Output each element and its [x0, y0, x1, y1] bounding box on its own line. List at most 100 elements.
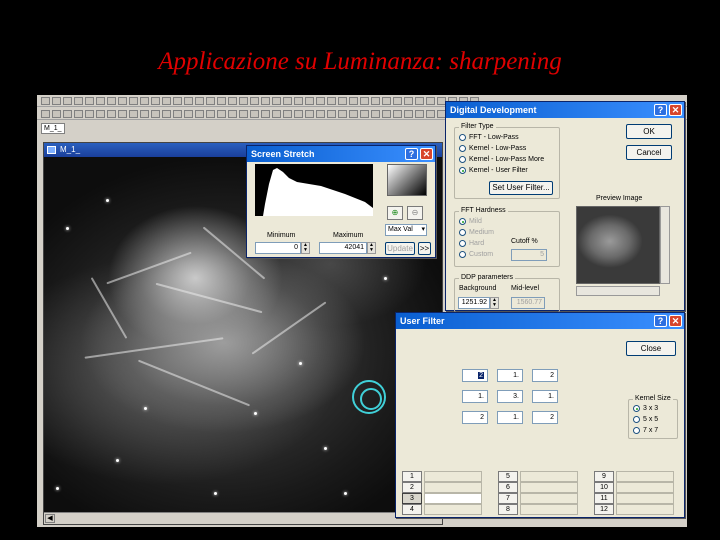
toolbar-button[interactable] — [184, 96, 193, 105]
toolbar-button[interactable] — [217, 109, 226, 118]
maximum-field[interactable]: 42041 — [319, 242, 367, 254]
toolbar-button[interactable] — [404, 109, 413, 118]
toolbar-button[interactable] — [294, 109, 303, 118]
toolbar-button[interactable] — [283, 109, 292, 118]
help-icon[interactable]: ? — [654, 315, 667, 327]
update-button[interactable]: Update — [385, 242, 415, 255]
document-tab[interactable]: M_1_ — [41, 123, 65, 134]
toolbar-button[interactable] — [195, 109, 204, 118]
toolbar-button[interactable] — [349, 96, 358, 105]
toolbar-button[interactable] — [250, 96, 259, 105]
toolbar-button[interactable] — [107, 109, 116, 118]
toolbar-button[interactable] — [393, 109, 402, 118]
toolbar-button[interactable] — [305, 96, 314, 105]
toolbar-button[interactable] — [151, 109, 160, 118]
stretch-mode-select[interactable]: Max Val ▾ — [385, 224, 427, 236]
toolbar-button[interactable] — [129, 96, 138, 105]
channel-button[interactable]: 2 — [402, 482, 422, 493]
toolbar-button[interactable] — [426, 96, 435, 105]
toolbar-button[interactable] — [327, 109, 336, 118]
toolbar-button[interactable] — [338, 96, 347, 105]
channel-button[interactable]: 9 — [594, 471, 614, 482]
kernel-cell[interactable]: 2 — [532, 369, 558, 382]
preview-horizontal-scrollbar[interactable] — [576, 286, 660, 296]
toolbar-button[interactable] — [41, 96, 50, 105]
toolbar-button[interactable] — [327, 96, 336, 105]
toolbar-button[interactable] — [349, 109, 358, 118]
toolbar-button[interactable] — [151, 96, 160, 105]
toolbar-button[interactable] — [360, 96, 369, 105]
toolbar-button[interactable] — [382, 96, 391, 105]
toolbar-button[interactable] — [415, 96, 424, 105]
channel-field-active[interactable] — [424, 493, 482, 504]
toolbar-button[interactable] — [74, 96, 83, 105]
toolbar-button[interactable] — [63, 96, 72, 105]
channel-field[interactable] — [616, 504, 674, 515]
minimum-field[interactable]: 0 — [255, 242, 301, 254]
channel-button[interactable]: 12 — [594, 504, 614, 515]
channel-field[interactable] — [520, 471, 578, 482]
toolbar-button[interactable] — [52, 109, 61, 118]
set-user-filter-button[interactable]: Set User Filter... — [489, 181, 553, 195]
channel-field[interactable] — [424, 504, 482, 515]
midlevel-field[interactable]: 1560.77 — [511, 297, 545, 309]
toolbar-button[interactable] — [371, 109, 380, 118]
toolbar-button[interactable] — [52, 96, 61, 105]
kernel-cell[interactable]: 1. — [497, 369, 523, 382]
channel-field[interactable] — [616, 482, 674, 493]
filter-option-kernel-low-pass[interactable]: Kernel - Low-Pass — [459, 145, 526, 152]
hardness-option-custom[interactable]: Custom — [459, 251, 493, 258]
scroll-left-icon[interactable]: ◀ — [45, 514, 55, 523]
channel-field[interactable] — [520, 482, 578, 493]
filter-option-fft-low-pass[interactable]: FFT - Low-Pass — [459, 134, 519, 141]
toolbar-button[interactable] — [305, 109, 314, 118]
toolbar-button[interactable] — [404, 96, 413, 105]
hardness-option-hard[interactable]: Hard — [459, 240, 484, 247]
channel-button[interactable]: 4 — [402, 504, 422, 515]
channel-button[interactable]: 5 — [498, 471, 518, 482]
toolbar-button[interactable] — [74, 109, 83, 118]
toolbar-button[interactable] — [173, 109, 182, 118]
channel-field[interactable] — [616, 471, 674, 482]
kernel-cell[interactable]: 2 — [462, 411, 488, 424]
toolbar-button[interactable] — [360, 109, 369, 118]
digital-development-titlebar[interactable]: Digital Development ? ✕ — [446, 102, 684, 118]
toolbar-button[interactable] — [382, 109, 391, 118]
close-button[interactable]: Close — [626, 341, 676, 356]
toolbar-button[interactable] — [206, 109, 215, 118]
toolbar-button[interactable] — [206, 96, 215, 105]
toolbar-button[interactable] — [239, 109, 248, 118]
toolbar-button[interactable] — [415, 109, 424, 118]
ok-button[interactable]: OK — [626, 124, 672, 139]
toolbar-button[interactable] — [85, 96, 94, 105]
zoom-in-icon[interactable]: ⊕ — [387, 206, 403, 220]
kernel-cell[interactable]: 2 — [532, 411, 558, 424]
toolbar-button[interactable] — [261, 96, 270, 105]
toolbar-button[interactable] — [316, 109, 325, 118]
kernel-cell[interactable]: 1. — [532, 390, 558, 403]
zoom-out-icon[interactable]: ⊖ — [407, 206, 423, 220]
toolbar-button[interactable] — [316, 96, 325, 105]
preview-vertical-scrollbar[interactable] — [660, 206, 670, 284]
help-icon[interactable]: ? — [405, 148, 418, 160]
toolbar-button[interactable] — [118, 96, 127, 105]
screen-stretch-titlebar[interactable]: Screen Stretch ? ✕ — [247, 146, 435, 162]
channel-button[interactable]: 11 — [594, 493, 614, 504]
cancel-button[interactable]: Cancel — [626, 145, 672, 160]
toolbar-button[interactable] — [272, 96, 281, 105]
channel-field[interactable] — [520, 504, 578, 515]
help-icon[interactable]: ? — [654, 104, 667, 116]
horizontal-scrollbar[interactable]: ◀ — [44, 512, 442, 524]
background-field[interactable]: 1251.92 — [458, 297, 490, 309]
cutoff-field[interactable]: 5 — [511, 249, 547, 261]
toolbar-button[interactable] — [63, 109, 72, 118]
toolbar-button[interactable] — [338, 109, 347, 118]
kernel-cell[interactable]: 3. — [497, 390, 523, 403]
toolbar-button[interactable] — [118, 109, 127, 118]
toolbar-button[interactable] — [173, 96, 182, 105]
hardness-option-medium[interactable]: Medium — [459, 229, 494, 236]
toolbar-button[interactable] — [140, 109, 149, 118]
close-icon[interactable]: ✕ — [669, 104, 682, 116]
expand-button[interactable]: >> — [418, 242, 431, 255]
hardness-option-mild[interactable]: Mild — [459, 218, 482, 225]
